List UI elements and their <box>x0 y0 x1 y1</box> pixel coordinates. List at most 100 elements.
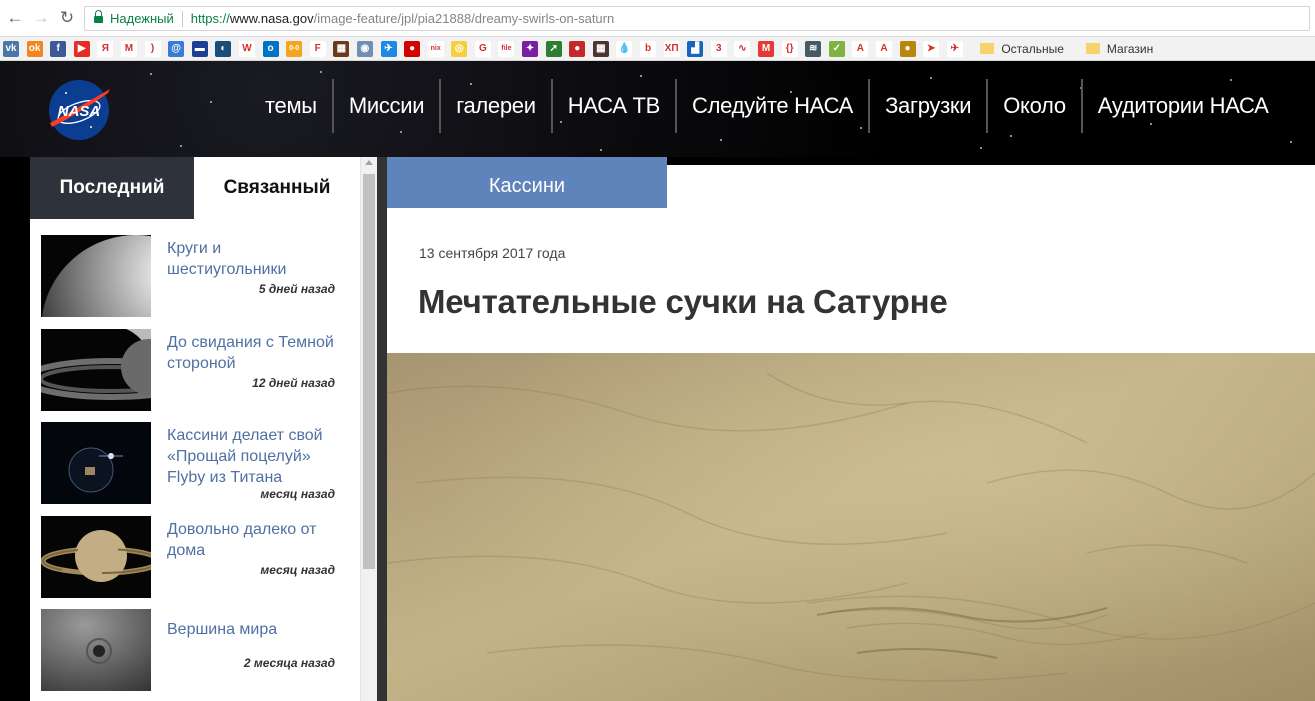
item-title[interactable]: Вершина мира <box>167 619 342 640</box>
url-text[interactable]: https://www.nasa.gov/image-feature/jpl/p… <box>191 11 614 26</box>
article-date: 13 сентября 2017 года <box>419 245 566 261</box>
facebook-icon[interactable]: f <box>50 40 67 57</box>
sidebar: Последний Связанный Круги и шестиугольни… <box>30 157 360 701</box>
jet-icon[interactable]: ➤ <box>923 40 940 57</box>
nasa-logo[interactable]: NASA <box>46 79 112 141</box>
bookmark-folder-shop[interactable]: Магазин <box>1085 42 1153 56</box>
column-divider <box>377 157 387 701</box>
puzzle-icon[interactable]: ✦ <box>522 40 539 57</box>
star-decoration <box>640 75 642 77</box>
reload-icon[interactable]: ↻ <box>56 7 78 29</box>
star-decoration <box>720 139 722 141</box>
nav-topics[interactable]: темы <box>250 79 332 133</box>
star-decoration <box>150 73 152 75</box>
folder-icon <box>1085 43 1100 54</box>
item-time: 5 дней назад <box>258 282 335 296</box>
file-icon[interactable]: file <box>498 40 515 57</box>
star-decoration <box>180 145 182 147</box>
star-decoration <box>320 71 322 73</box>
list-item[interactable]: Круги и шестиугольники 5 дней назад <box>30 235 360 319</box>
game-icon[interactable]: ▦ <box>333 40 350 57</box>
scroll-up-icon[interactable] <box>365 160 373 165</box>
hero-image[interactable] <box>387 353 1315 701</box>
stack-icon[interactable]: ≋ <box>805 40 822 57</box>
three-icon[interactable]: 3 <box>710 40 727 57</box>
item-title[interactable]: Довольно далеко от дома <box>167 519 342 561</box>
vk-icon[interactable]: vk <box>3 40 19 57</box>
outlook-icon[interactable]: o <box>262 40 279 57</box>
page-title: Мечтательные сучки на Сатурне <box>418 283 948 320</box>
arrow-left-icon[interactable]: ← <box>4 7 26 29</box>
item-title[interactable]: До свидания с Темной стороной <box>167 332 342 374</box>
card-icon[interactable]: ▬ <box>191 40 208 57</box>
list-item[interactable]: До свидания с Темной стороной 12 дней на… <box>30 329 360 413</box>
pacman-icon[interactable]: ● <box>404 40 421 57</box>
wave-icon[interactable]: ∿ <box>734 40 751 57</box>
odnoklassniki-icon[interactable]: ok <box>26 40 43 57</box>
tab-latest[interactable]: Последний <box>30 157 194 219</box>
nav-about[interactable]: Около <box>986 79 1081 133</box>
nav-audiences[interactable]: Аудитории НАСА <box>1080 79 1284 133</box>
xp-icon[interactable]: ХП <box>663 40 680 57</box>
star-decoration <box>600 149 602 151</box>
nav-galleries[interactable]: галереи <box>439 79 551 133</box>
nav-downloads[interactable]: Загрузки <box>868 79 986 133</box>
nav-follow-nasa[interactable]: Следуйте НАСА <box>675 79 868 133</box>
globe-icon[interactable]: ◐ <box>215 40 232 57</box>
yandex-icon[interactable]: Я <box>97 40 114 57</box>
google-icon[interactable]: G <box>474 40 491 57</box>
nav-nasa-tv[interactable]: НАСА ТВ <box>550 79 675 133</box>
list-item[interactable]: Кассини делает свой «Прощай поцелуй» Fly… <box>30 422 360 506</box>
paperplane-icon[interactable]: ✈ <box>946 40 963 57</box>
ball-icon[interactable]: ● <box>569 40 586 57</box>
star-decoration <box>210 101 212 103</box>
a-blue-icon[interactable]: A <box>852 40 869 57</box>
item-time: месяц назад <box>260 487 335 501</box>
wikipedia-icon[interactable]: W <box>238 40 255 57</box>
zero-icon[interactable]: 0-0 <box>286 40 303 57</box>
nav-missions[interactable]: Миссии <box>331 79 439 133</box>
mail-icon[interactable]: @ <box>168 40 185 57</box>
list-item[interactable]: Довольно далеко от дома месяц назад <box>30 516 360 600</box>
m-icon[interactable]: M <box>758 40 774 57</box>
topic-tag[interactable]: Кассини <box>387 165 667 208</box>
secure-label: Надежный <box>110 11 174 26</box>
scroll-thumb[interactable] <box>363 174 375 569</box>
cookie-icon[interactable]: ● <box>899 40 916 57</box>
site-header: NASA темы Миссии галереи НАСА ТВ Следуйт… <box>0 61 1315 157</box>
bookmark-folder-other[interactable]: Остальные <box>980 42 1064 56</box>
thumbnail-image[interactable] <box>41 609 151 691</box>
thumbnail-image[interactable] <box>41 329 151 411</box>
address-bar[interactable]: Надежный https://www.nasa.gov/image-feat… <box>84 6 1310 31</box>
item-title[interactable]: Круги и шестиугольники <box>167 238 342 280</box>
game2-icon[interactable]: ▦ <box>592 40 609 57</box>
thumbnail-image[interactable] <box>41 235 151 317</box>
drop-icon[interactable]: 💧 <box>616 40 633 57</box>
lock-icon <box>94 9 103 24</box>
sidebar-scrollbar[interactable] <box>360 157 377 701</box>
youtube-icon[interactable]: ▶ <box>73 40 90 57</box>
app-icon[interactable]: ◉ <box>356 40 373 57</box>
item-title[interactable]: Кассини делает свой «Прощай поцелуй» Fly… <box>167 425 342 488</box>
gmail-icon[interactable]: M <box>120 40 137 57</box>
item-time: 2 месяца назад <box>243 656 335 670</box>
list-item[interactable]: Вершина мира 2 месяца назад <box>30 609 360 693</box>
item-time: 12 дней назад <box>252 376 335 390</box>
b-icon[interactable]: b <box>640 40 657 57</box>
thumbnail-image[interactable] <box>41 422 151 504</box>
arrow-icon[interactable]: ➚ <box>545 40 562 57</box>
f-bracket-icon[interactable]: F <box>309 40 326 57</box>
opera-icon[interactable]: ) <box>144 40 161 57</box>
thumbnail-image[interactable] <box>41 516 151 598</box>
a-red-icon[interactable]: A <box>875 40 892 57</box>
check-icon[interactable]: ✓ <box>828 40 845 57</box>
tab-related[interactable]: Связанный <box>194 157 360 219</box>
chart-icon[interactable]: ▟ <box>687 40 704 57</box>
target-icon[interactable]: ◎ <box>451 40 468 57</box>
star-decoration <box>1290 141 1292 143</box>
nix-icon[interactable]: nix <box>427 40 444 57</box>
plane-icon[interactable]: ✈ <box>380 40 397 57</box>
brackets-icon[interactable]: {} <box>781 40 798 57</box>
article: Кассини 13 сентября 2017 года Мечтательн… <box>387 157 1315 701</box>
arrow-right-icon[interactable]: → <box>30 7 52 29</box>
